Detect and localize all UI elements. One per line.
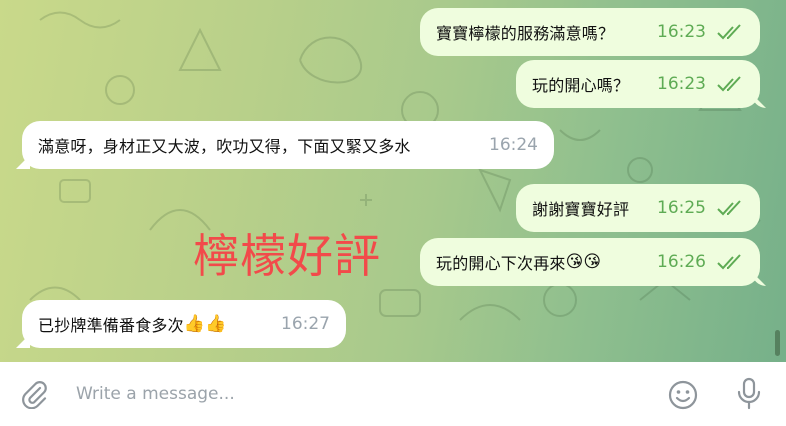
message-time: 16:24 <box>489 135 538 155</box>
message-time: 16:26 <box>657 252 706 272</box>
chat-history[interactable]: 寶寶檸檬的服務滿意嗎？ 16:23 玩的開心嗎？ 16:23 滿意呀，身材正又大… <box>0 0 786 362</box>
message-time: 16:27 <box>281 314 330 334</box>
thumbs-up-emoji: 👍👍 <box>183 314 227 334</box>
message-text: 已抄牌準備番食多次 <box>38 316 184 335</box>
message-text: 玩的開心嗎？ <box>532 76 630 95</box>
voice-button[interactable] <box>730 374 768 414</box>
emoji-button[interactable] <box>664 376 702 414</box>
double-check-icon <box>717 24 741 40</box>
smiley-icon <box>668 380 698 410</box>
attach-button[interactable] <box>16 376 52 412</box>
paperclip-icon <box>22 381 47 409</box>
message-text: 謝謝寶寶好評 <box>532 200 630 219</box>
overlay-watermark-text: 檸檬好評 <box>193 229 381 283</box>
message-text: 玩的開心下次再來 <box>436 254 566 273</box>
microphone-icon <box>737 377 761 410</box>
message-bubble-outgoing[interactable]: 玩的開心嗎？ 16:23 <box>516 60 760 108</box>
message-text: 滿意呀，身材正又大波，吹功又得，下面又緊又多水 <box>38 137 411 156</box>
kiss-emoji: 😘😘 <box>565 252 602 272</box>
message-bubble-outgoing[interactable]: 謝謝寶寶好評 16:25 <box>516 184 760 232</box>
message-bubble-outgoing[interactable]: 寶寶檸檬的服務滿意嗎？ 16:23 <box>420 8 760 56</box>
message-bubble-incoming[interactable]: 滿意呀，身材正又大波，吹功又得，下面又緊又多水 16:24 <box>22 121 554 169</box>
message-time: 16:25 <box>657 198 706 218</box>
message-time: 16:23 <box>657 22 706 42</box>
chat-scrollbar[interactable] <box>775 330 780 356</box>
message-input[interactable] <box>76 378 636 410</box>
message-bubble-outgoing[interactable]: 玩的開心下次再來 😘😘 16:26 <box>420 238 760 286</box>
double-check-icon <box>717 200 741 216</box>
message-time: 16:23 <box>657 74 706 94</box>
double-check-icon <box>717 76 741 92</box>
message-composer <box>0 362 786 426</box>
double-check-icon <box>717 254 741 270</box>
message-bubble-incoming[interactable]: 已抄牌準備番食多次 👍👍 16:27 <box>22 300 346 348</box>
message-text: 寶寶檸檬的服務滿意嗎？ <box>436 24 615 43</box>
